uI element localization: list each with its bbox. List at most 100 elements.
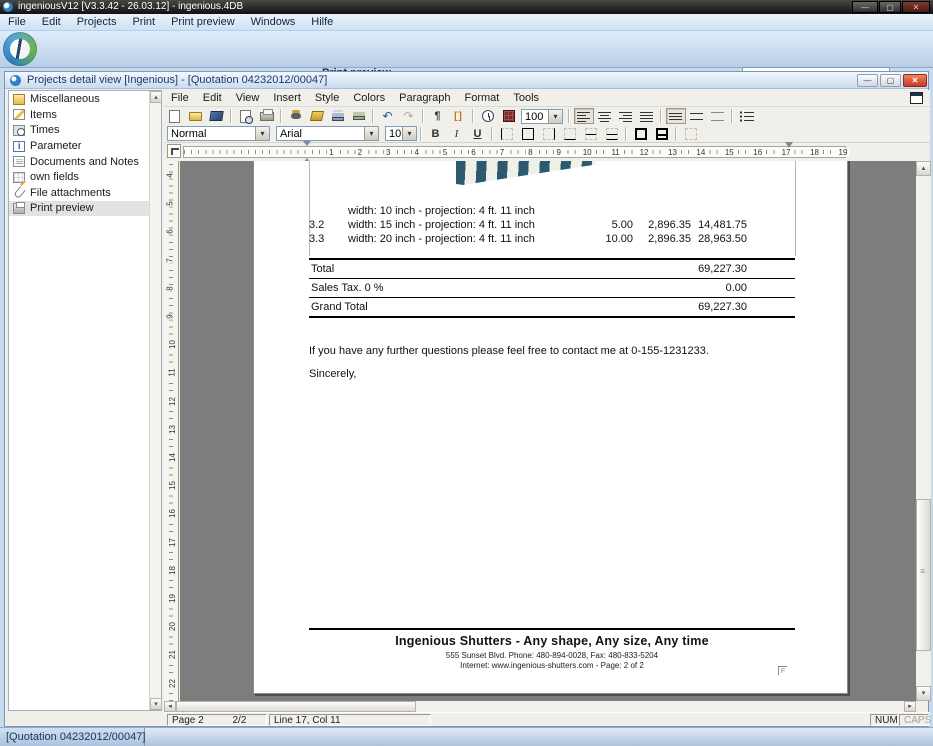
border-bottom-icon[interactable] bbox=[560, 126, 580, 142]
menu-item[interactable]: Print preview bbox=[163, 14, 243, 30]
menu-item[interactable]: Print bbox=[124, 14, 163, 30]
vertical-scrollbar[interactable] bbox=[916, 161, 931, 701]
vertical-ruler[interactable]: 45678910111213141516171819202122 bbox=[164, 161, 179, 701]
editor-menu-item[interactable]: Style bbox=[308, 90, 346, 106]
zoom-select[interactable]: 100 bbox=[521, 109, 563, 124]
chevron-down-icon[interactable] bbox=[402, 127, 416, 140]
chevron-down-icon[interactable] bbox=[364, 127, 378, 140]
menu-item[interactable]: Edit bbox=[34, 14, 69, 30]
border-left-icon[interactable] bbox=[497, 126, 517, 142]
sidebar-item[interactable]: Items bbox=[9, 108, 161, 123]
close-button[interactable] bbox=[902, 1, 930, 13]
scroll-down-icon[interactable] bbox=[150, 698, 162, 710]
menu-item[interactable]: File bbox=[0, 14, 34, 30]
border-outside-icon[interactable] bbox=[518, 126, 538, 142]
sidebar-item[interactable]: Times bbox=[9, 123, 161, 138]
layers-icon[interactable] bbox=[328, 108, 348, 124]
line-spacing-single-icon[interactable] bbox=[666, 108, 686, 124]
item-unit-price: 2,896.35 bbox=[633, 232, 691, 246]
minimize-button[interactable] bbox=[852, 1, 878, 13]
align-center-icon[interactable] bbox=[595, 108, 615, 124]
border-bottom-middle-icon[interactable] bbox=[602, 126, 622, 142]
open-document-icon[interactable] bbox=[186, 108, 206, 124]
sidebar-item[interactable]: Miscellaneous bbox=[9, 92, 161, 107]
border-thick-outside-icon[interactable] bbox=[631, 126, 651, 142]
underline-button[interactable]: U bbox=[468, 126, 488, 142]
scroll-up-icon[interactable] bbox=[150, 91, 162, 103]
sidebar-item[interactable]: Print preview bbox=[9, 201, 161, 216]
align-right-icon[interactable] bbox=[616, 108, 636, 124]
document-window-icon[interactable] bbox=[910, 92, 923, 104]
inner-maximize-button[interactable] bbox=[880, 74, 901, 87]
tab-stop-selector-icon[interactable] bbox=[167, 144, 181, 158]
layers-alt-icon[interactable] bbox=[349, 108, 369, 124]
border-right-icon[interactable] bbox=[539, 126, 559, 142]
sidebar-item[interactable]: Parameter bbox=[9, 139, 161, 154]
chevron-down-icon[interactable] bbox=[548, 110, 562, 123]
editor-menu-item[interactable]: Colors bbox=[346, 90, 392, 106]
insert-time-icon[interactable] bbox=[478, 108, 498, 124]
editor-menu-item[interactable]: File bbox=[164, 90, 196, 106]
redo-icon[interactable]: ↷ bbox=[399, 108, 419, 124]
border-none-icon[interactable] bbox=[681, 126, 701, 142]
sidebar-item[interactable]: File attachments bbox=[9, 186, 161, 201]
sidebar-item-label: Documents and Notes bbox=[30, 156, 139, 168]
scroll-right-icon[interactable] bbox=[904, 701, 916, 712]
scrollbar-thumb[interactable] bbox=[176, 701, 416, 712]
scroll-down-icon[interactable] bbox=[916, 686, 931, 701]
item-description: width: 10 inch - projection: 4 ft. 11 in… bbox=[348, 204, 563, 218]
document-viewport[interactable]: width: 10 inch - projection: 4 ft. 11 in… bbox=[180, 161, 916, 701]
font-select[interactable]: Arial bbox=[276, 126, 379, 141]
scroll-up-icon[interactable] bbox=[916, 161, 931, 176]
italic-button[interactable]: I bbox=[447, 126, 467, 142]
chevron-down-icon[interactable] bbox=[255, 127, 269, 140]
new-document-icon[interactable] bbox=[165, 108, 185, 124]
print-icon[interactable] bbox=[257, 108, 277, 124]
align-justify-icon[interactable] bbox=[637, 108, 657, 124]
paint-bucket-icon[interactable] bbox=[307, 108, 327, 124]
active-document-tab[interactable]: [Quotation 04232012/00047] bbox=[0, 728, 145, 746]
editor-menu-item[interactable]: Format bbox=[458, 90, 507, 106]
border-middle-icon[interactable] bbox=[581, 126, 601, 142]
maximize-button[interactable] bbox=[879, 1, 901, 13]
editor-menu-item[interactable]: View bbox=[229, 90, 267, 106]
undo-icon[interactable]: ↶ bbox=[378, 108, 398, 124]
editor-menu-item[interactable]: Paragraph bbox=[392, 90, 457, 106]
inner-minimize-button[interactable] bbox=[857, 74, 878, 87]
menu-item[interactable]: Projects bbox=[69, 14, 125, 30]
sidebar-item[interactable]: Documents and Notes bbox=[9, 154, 161, 169]
editor-menu-item[interactable]: Edit bbox=[196, 90, 229, 106]
show-paragraph-marks-icon[interactable]: ¶ bbox=[428, 108, 448, 124]
horizontal-scrollbar[interactable] bbox=[164, 701, 916, 712]
border-thick-grid-icon[interactable] bbox=[652, 126, 672, 142]
menu-item[interactable]: Windows bbox=[243, 14, 304, 30]
right-indent-marker[interactable] bbox=[785, 142, 793, 152]
line-spacing-double-icon[interactable] bbox=[708, 108, 728, 124]
left-indent-marker[interactable] bbox=[303, 141, 312, 161]
bold-button[interactable]: B bbox=[426, 126, 446, 142]
scroll-left-icon[interactable] bbox=[164, 701, 176, 712]
line-spacing-15-icon[interactable] bbox=[687, 108, 707, 124]
bullet-list-icon[interactable] bbox=[737, 108, 757, 124]
editor-menu-item[interactable]: Tools bbox=[506, 90, 546, 106]
menu-item[interactable]: Hilfe bbox=[303, 14, 341, 30]
horizontal-ruler[interactable]: 12345678910111213141516171819 bbox=[183, 146, 846, 158]
paragraph-style-select[interactable]: Normal bbox=[167, 126, 270, 141]
scrollbar-thumb[interactable] bbox=[916, 499, 931, 651]
inner-close-button[interactable] bbox=[903, 74, 927, 87]
editor-toolbar-standard: ↶ ↷ ¶ [] 100 bbox=[164, 107, 930, 125]
insert-date-icon[interactable] bbox=[499, 108, 519, 124]
document-page[interactable]: width: 10 inch - projection: 4 ft. 11 in… bbox=[253, 161, 848, 694]
font-size-select[interactable]: 10 bbox=[385, 126, 417, 141]
format-stamp-icon[interactable] bbox=[286, 108, 306, 124]
align-left-icon[interactable] bbox=[574, 108, 594, 124]
print-preview-icon[interactable] bbox=[236, 108, 256, 124]
ruler-number: 13 bbox=[666, 148, 679, 157]
editor-menu-item[interactable]: Insert bbox=[266, 90, 308, 106]
sidebar-item[interactable]: own fields bbox=[9, 170, 161, 185]
ingenious-logo-icon[interactable] bbox=[3, 32, 37, 66]
ruler-number: 12 bbox=[638, 148, 651, 157]
book-icon[interactable] bbox=[207, 108, 227, 124]
sidebar-scrollbar[interactable] bbox=[149, 91, 161, 710]
field-brackets-icon[interactable]: [] bbox=[449, 108, 469, 124]
